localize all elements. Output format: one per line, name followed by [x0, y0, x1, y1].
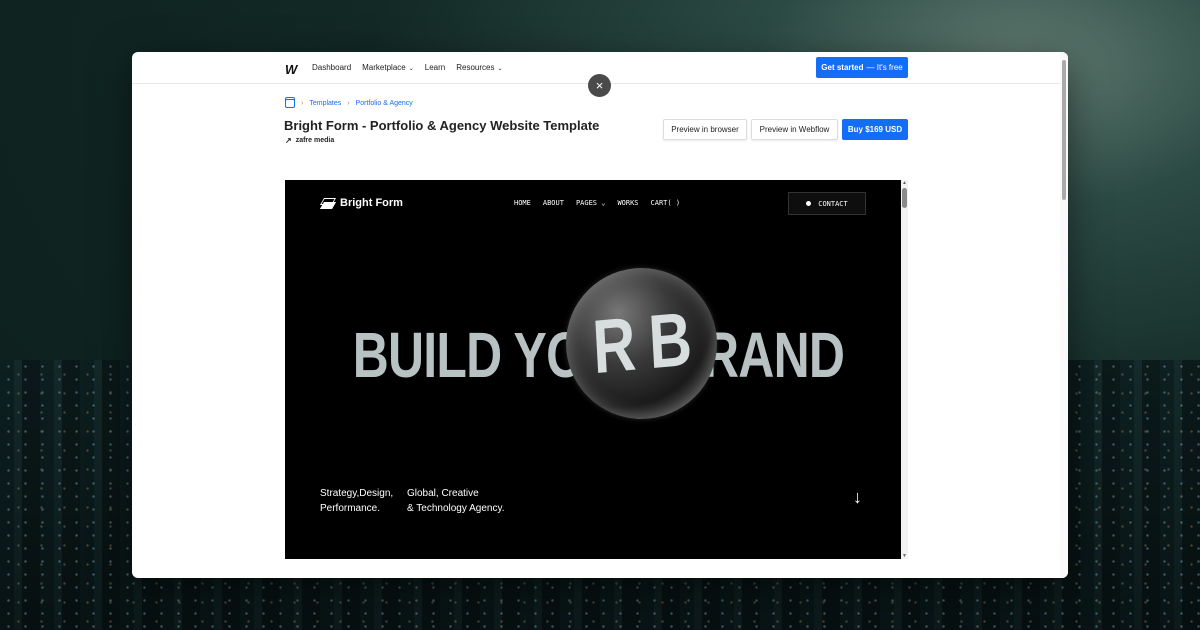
preview-scrollbar[interactable]: ▲ ▼	[901, 180, 908, 559]
chevron-down-icon: ⌄	[497, 66, 503, 72]
template-modal: W Dashboard Marketplace ⌄ Learn Resources…	[132, 52, 1068, 578]
chevron-down-icon: ⌄	[408, 66, 414, 72]
scroll-up-arrow-icon[interactable]: ▲	[901, 180, 908, 186]
preview-nav-home[interactable]: HOME	[514, 199, 531, 207]
dot-icon	[806, 201, 812, 206]
preview-nav-pages[interactable]: PAGES ⌄	[576, 199, 606, 207]
author-logo-icon: ↗	[285, 136, 292, 145]
breadcrumb-templates[interactable]: Templates	[309, 100, 341, 107]
author-name: zafre media	[295, 137, 335, 144]
layers-icon	[320, 198, 334, 208]
nav-marketplace[interactable]: Marketplace ⌄	[362, 63, 414, 72]
breadcrumb-category[interactable]: Portfolio & Agency	[356, 100, 413, 107]
scroll-down-arrow-icon[interactable]: ↓	[853, 487, 862, 508]
author[interactable]: ↗ zafre media	[285, 136, 334, 145]
breadcrumb-separator-icon: ›	[301, 100, 304, 107]
breadcrumb: › Templates › Portfolio & Agency	[285, 97, 413, 108]
preview-in-browser-button[interactable]: Preview in browser	[663, 119, 747, 140]
preview-in-webflow-button[interactable]: Preview in Webflow	[751, 119, 838, 140]
preview-tagline-1: Strategy,Design, Performance.	[320, 488, 394, 514]
page-scrollbar[interactable]	[1060, 52, 1068, 578]
get-started-button[interactable]: Get started — It's free	[816, 57, 908, 78]
glass-sphere: R B	[566, 268, 717, 419]
page-title: Bright Form - Portfolio & Agency Website…	[284, 118, 600, 133]
nav-links: Dashboard Marketplace ⌄ Learn Resources ⌄	[312, 63, 503, 72]
preview-nav-cart[interactable]: CART( )	[651, 199, 681, 207]
page-scroll-thumb[interactable]	[1062, 60, 1066, 200]
webflow-logo-icon[interactable]: W	[285, 62, 297, 77]
close-button[interactable]: ×	[588, 74, 611, 97]
preview-nav: HOME ABOUT PAGES ⌄ WORKS CART( )	[514, 199, 680, 207]
preview-tagline-2: Global, Creative & Technology Agency.	[407, 488, 505, 514]
nav-dashboard[interactable]: Dashboard	[312, 63, 351, 72]
preview-nav-about[interactable]: ABOUT	[543, 199, 564, 207]
preview-scroll-thumb[interactable]	[902, 188, 907, 208]
preview-contact-button[interactable]: CONTACT	[788, 192, 866, 215]
template-preview[interactable]: Bright Form HOME ABOUT PAGES ⌄ WORKS CAR…	[285, 180, 901, 559]
preview-brand-name: Bright Form	[340, 197, 403, 209]
marketplace-icon[interactable]	[285, 97, 295, 108]
preview-logo[interactable]: Bright Form	[320, 197, 403, 209]
breadcrumb-separator-icon: ›	[347, 100, 350, 107]
scroll-down-icon[interactable]: ▼	[901, 553, 908, 559]
nav-learn[interactable]: Learn	[425, 63, 445, 72]
chevron-down-icon: ⌄	[601, 199, 606, 207]
preview-nav-works[interactable]: WORKS	[617, 199, 638, 207]
nav-resources[interactable]: Resources ⌄	[456, 63, 502, 72]
buy-button[interactable]: Buy $169 USD	[842, 119, 908, 140]
sphere-distorted-text: R B	[590, 296, 693, 391]
